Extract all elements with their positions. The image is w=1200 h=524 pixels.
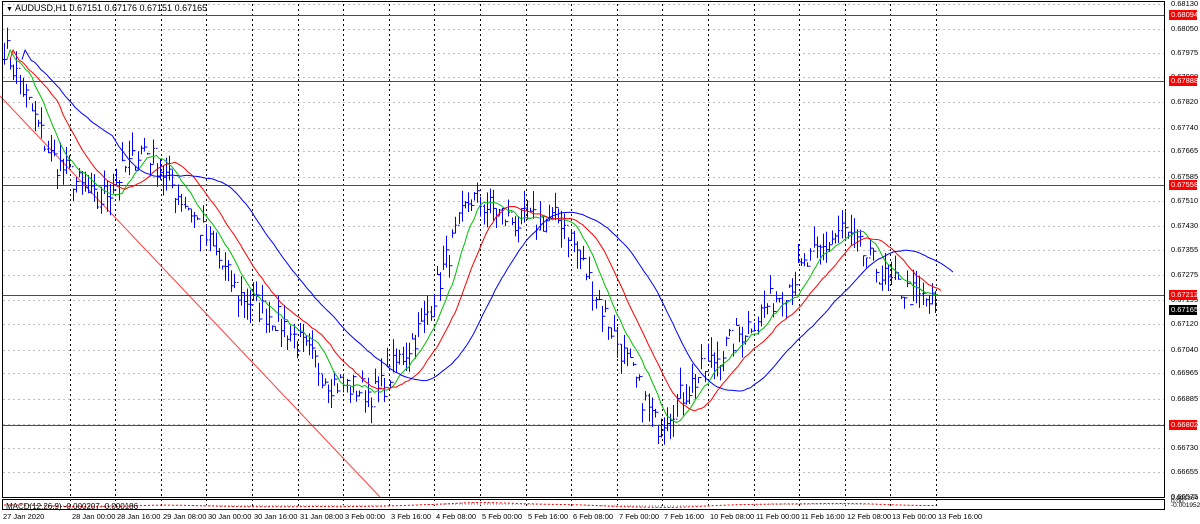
time-tick-label: 28 Jan 00:00 <box>72 512 116 521</box>
level-price-label: 0.68094 <box>1169 10 1199 21</box>
symbol-caption-text: AUDUSD,H1 0.67151 0.67176 0.67151 0.6716… <box>14 3 208 13</box>
time-tick-label: 30 Jan 00:00 <box>208 512 252 521</box>
price-tick-label: 0.68050 <box>1171 24 1199 34</box>
level-price-label: 0.67212 <box>1169 290 1199 301</box>
time-tick-label: 4 Feb 08:00 <box>436 512 477 521</box>
collapse-triangle-icon[interactable]: ▼ <box>6 6 13 13</box>
current-price-label: 0.67165 <box>1169 304 1199 315</box>
price-tick-label: 0.68130 <box>1171 0 1199 8</box>
price-tick-label: 0.66965 <box>1171 368 1199 378</box>
time-tick-label: 29 Jan 08:00 <box>163 512 207 521</box>
price-tick-label: 0.67120 <box>1171 319 1199 329</box>
macd-caption: MACD(12,26,9) -0.000207 -0.000186 <box>6 502 139 511</box>
price-tick-label: 0.67275 <box>1171 270 1199 280</box>
time-tick-label: 6 Feb 08:00 <box>573 512 614 521</box>
time-tick-label: 13 Feb 00:00 <box>892 512 937 521</box>
price-tick-label: 0.67510 <box>1171 195 1199 205</box>
price-tick-label: 0.67355 <box>1171 244 1199 254</box>
level-price-label: 0.67558 <box>1169 180 1199 191</box>
time-tick-label: 30 Jan 16:00 <box>254 512 298 521</box>
time-tick-label: 13 Feb 16:00 <box>938 512 983 521</box>
time-tick-label: 28 Jan 16:00 <box>117 512 161 521</box>
time-tick-label: 7 Feb 00:00 <box>619 512 660 521</box>
time-tick-label: 31 Jan 08:00 <box>300 512 344 521</box>
chart-window[interactable]: ▼ AUDUSD,H1 0.67151 0.67176 0.67151 0.67… <box>0 0 1200 524</box>
time-tick-label: 11 Feb 16:00 <box>801 512 845 521</box>
price-tick-label: 0.67820 <box>1171 97 1199 107</box>
price-tick-label: 0.66655 <box>1171 466 1199 476</box>
level-price-label: 0.67888 <box>1169 75 1199 86</box>
price-tick-label: 0.67975 <box>1171 48 1199 58</box>
price-tick-label: 0.67740 <box>1171 122 1199 132</box>
time-tick-label: 3 Feb 16:00 <box>391 512 432 521</box>
price-tick-label: 0.66885 <box>1171 393 1199 403</box>
price-tick-label: 0.66730 <box>1171 442 1199 452</box>
symbol-caption: ▼ AUDUSD,H1 0.67151 0.67176 0.67151 0.67… <box>6 3 207 13</box>
time-tick-label: 12 Feb 08:00 <box>847 512 892 521</box>
chart-canvas[interactable] <box>0 0 1200 524</box>
level-price-label: 0.66802 <box>1169 420 1199 431</box>
price-tick-label: 0.67430 <box>1171 220 1199 230</box>
time-tick-label: 7 Feb 16:00 <box>664 512 705 521</box>
time-tick-label: 27 Jan 2020 <box>3 512 45 521</box>
time-tick-label: 11 Feb 00:00 <box>756 512 800 521</box>
macd-tick-label: -0.001952 <box>1171 502 1200 509</box>
time-tick-label: 5 Feb 16:00 <box>528 512 569 521</box>
price-tick-label: 0.67665 <box>1171 146 1199 156</box>
time-tick-label: 3 Feb 00:00 <box>345 512 386 521</box>
price-tick-label: 0.67040 <box>1171 344 1199 354</box>
time-tick-label: 10 Feb 08:00 <box>710 512 755 521</box>
time-tick-label: 5 Feb 00:00 <box>482 512 523 521</box>
